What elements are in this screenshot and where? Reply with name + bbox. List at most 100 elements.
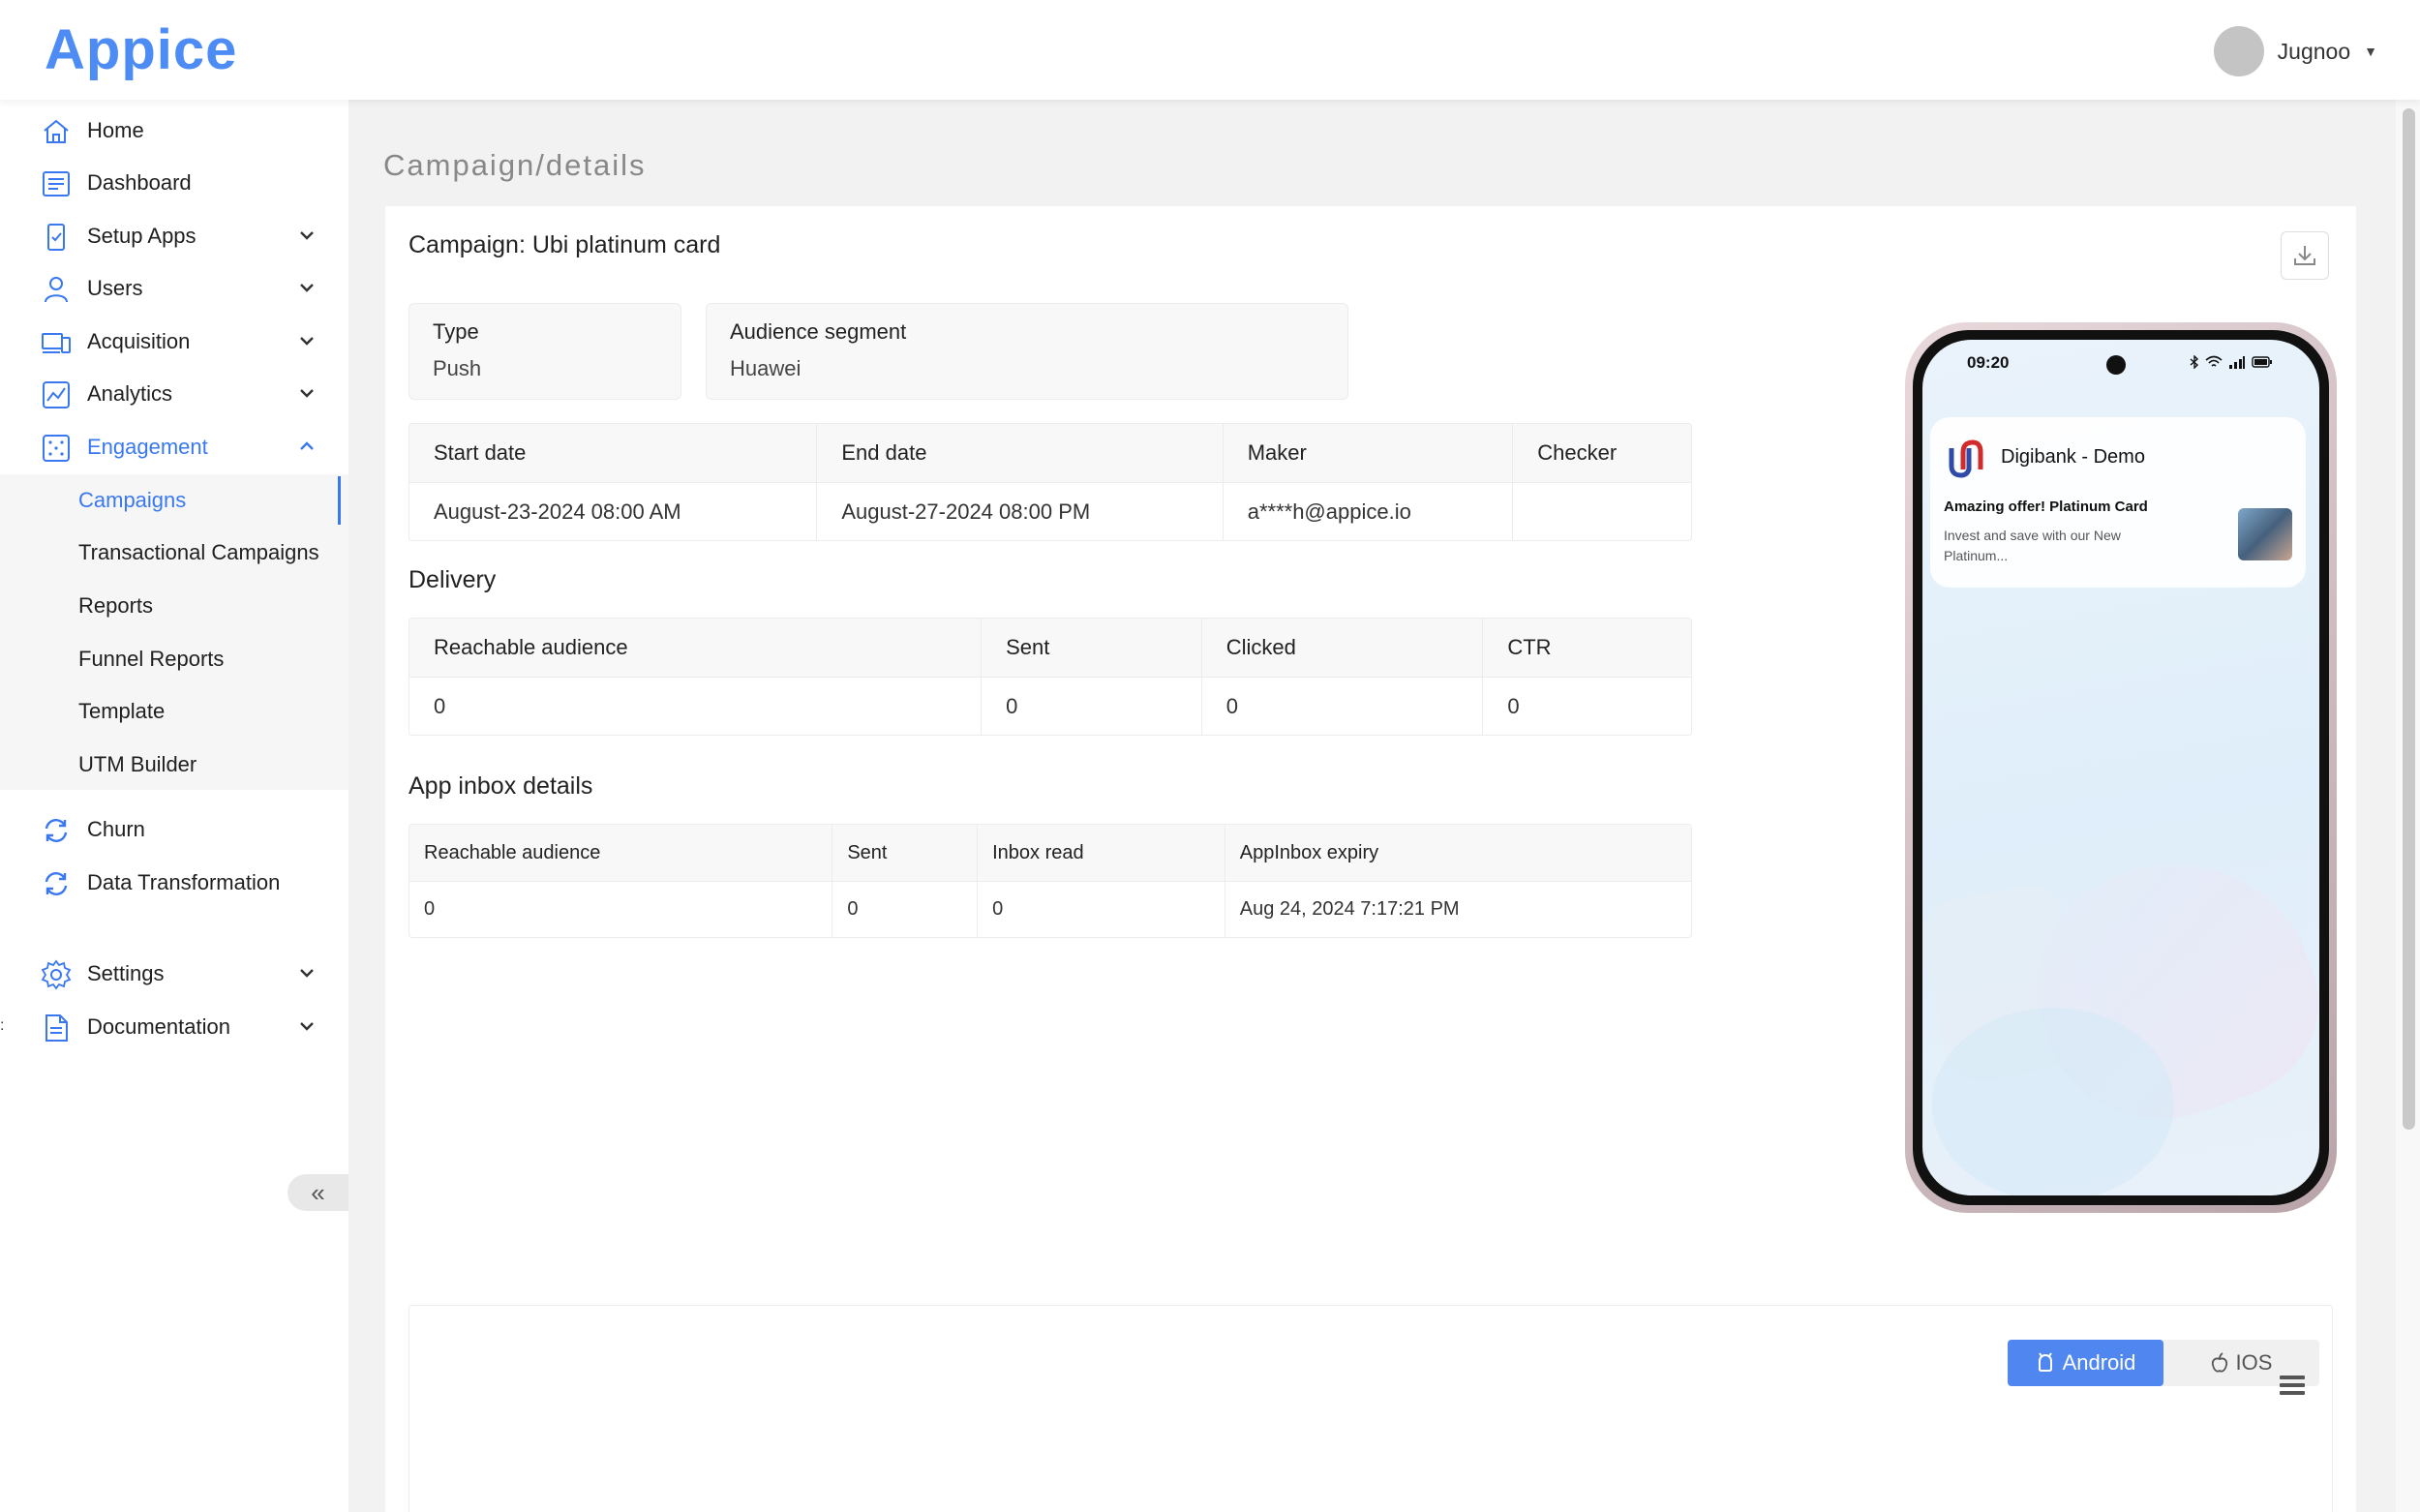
sidebar-item-analytics[interactable]: Analytics bbox=[0, 368, 348, 420]
table-cell: 0 bbox=[832, 882, 979, 937]
table-cell: 0 bbox=[978, 882, 1225, 937]
table-header: Maker bbox=[1224, 424, 1514, 482]
sidebar-subitem-funnel-reports[interactable]: Funnel Reports bbox=[0, 633, 348, 685]
documentation-icon bbox=[45, 1014, 68, 1042]
table-cell: 0 bbox=[982, 678, 1202, 735]
table-row: 0 0 0 Aug 24, 2024 7:17:21 PM bbox=[409, 881, 1691, 937]
table-cell: 0 bbox=[1202, 678, 1484, 735]
sidebar-subitem-utm-builder[interactable]: UTM Builder bbox=[0, 739, 348, 791]
sidebar-subitem-label: Campaigns bbox=[78, 488, 187, 512]
sidebar-subitem-label: Funnel Reports bbox=[78, 647, 225, 671]
status-time: 09:20 bbox=[1967, 353, 2010, 372]
sidebar-subitem-reports[interactable]: Reports bbox=[0, 580, 348, 632]
download-button[interactable] bbox=[2281, 231, 2329, 280]
users-icon bbox=[45, 277, 68, 303]
sidebar-item-acquisition[interactable]: Acquisition bbox=[0, 316, 348, 368]
audience-segment-box: Audience segment Huawei bbox=[706, 303, 1348, 400]
sidebar-item-home[interactable]: Home bbox=[0, 105, 348, 157]
table-header: AppInbox expiry bbox=[1239, 841, 1379, 863]
top-bar: Appice Jugnoo ▼ bbox=[0, 0, 2420, 100]
table-header-row: Reachable audience Sent Inbox read AppIn… bbox=[409, 825, 1691, 881]
download-icon bbox=[2294, 246, 2315, 265]
chart-container bbox=[408, 1305, 2333, 1512]
sidebar-item-label: Home bbox=[87, 118, 144, 142]
dashboard-icon bbox=[43, 171, 70, 197]
table-header: Checker bbox=[1537, 440, 1618, 465]
chevron-down-icon[interactable] bbox=[296, 1015, 318, 1037]
sidebar-item-label: Analytics bbox=[87, 381, 173, 406]
phone-screen: 09:20 Digibank - Demo Amazing offer! Pla… bbox=[1922, 340, 2319, 1195]
settings-icon bbox=[41, 959, 72, 990]
engagement-icon bbox=[43, 435, 70, 462]
sidebar-item-label: Churn bbox=[87, 817, 145, 841]
engagement-submenu: Campaigns Transactional Campaigns Report… bbox=[0, 474, 348, 790]
sidebar-item-users[interactable]: Users bbox=[0, 262, 348, 315]
wallpaper-shape bbox=[1932, 1008, 2174, 1195]
table-header: Reachable audience bbox=[409, 825, 833, 881]
table-header: Reachable audience bbox=[409, 619, 983, 677]
table-header: End date bbox=[817, 424, 1224, 482]
table-cell: August-23-2024 08:00 AM bbox=[409, 483, 818, 540]
collapse-sidebar-button[interactable]: « bbox=[287, 1174, 348, 1211]
sidebar-item-dashboard[interactable]: Dashboard bbox=[0, 157, 348, 209]
sidebar-item-label: Data Transformation bbox=[87, 870, 281, 894]
battery-icon bbox=[2252, 356, 2272, 368]
table-header-row: Start date End date Maker Checker bbox=[409, 424, 1691, 482]
app-inbox-heading: App inbox details bbox=[408, 772, 593, 800]
sidebar-subitem-transactional-campaigns[interactable]: Transactional Campaigns bbox=[0, 527, 348, 579]
data-transformation-icon bbox=[45, 872, 68, 895]
table-cell: 0 bbox=[409, 882, 833, 937]
hamburger-menu-icon[interactable] bbox=[2280, 1376, 2305, 1395]
sidebar-item-engagement[interactable]: Engagement bbox=[0, 421, 348, 473]
chevron-down-icon[interactable] bbox=[296, 382, 318, 404]
type-label: Type bbox=[433, 319, 479, 344]
breadcrumb: Campaign/details bbox=[383, 148, 647, 182]
bluetooth-icon bbox=[2190, 355, 2199, 369]
chevron-down-icon[interactable] bbox=[296, 277, 318, 298]
chevron-down-icon[interactable] bbox=[296, 962, 318, 983]
caret-down-icon[interactable]: ▼ bbox=[2364, 44, 2377, 59]
sidebar-subitem-campaigns[interactable]: Campaigns bbox=[0, 474, 348, 527]
table-row: 0 0 0 0 bbox=[409, 677, 1691, 735]
notification-app-name: Digibank - Demo bbox=[2001, 446, 2145, 468]
chevron-up-icon[interactable] bbox=[296, 436, 318, 457]
notification-text: Invest and save with our New Platinum... bbox=[1944, 528, 2121, 563]
table-cell: Aug 24, 2024 7:17:21 PM bbox=[1239, 898, 1460, 920]
sidebar: Home Dashboard Setup Apps Users Acquisit… bbox=[0, 100, 348, 1512]
app-logo[interactable]: Appice bbox=[45, 17, 237, 82]
table-header: CTR bbox=[1507, 635, 1552, 659]
table-cell bbox=[1513, 483, 1691, 540]
sidebar-item-label: Setup Apps bbox=[87, 224, 197, 248]
sidebar-item-settings[interactable]: Settings bbox=[0, 948, 348, 1000]
chevron-down-icon[interactable] bbox=[296, 225, 318, 246]
app-logo-icon bbox=[1949, 439, 1983, 478]
sidebar-item-churn[interactable]: Churn bbox=[0, 803, 348, 856]
user-name[interactable]: Jugnoo bbox=[2278, 39, 2350, 65]
table-cell: 0 bbox=[1507, 693, 1520, 718]
sidebar-subitem-template[interactable]: Template bbox=[0, 685, 348, 738]
notification-image bbox=[2238, 508, 2292, 560]
sidebar-subitem-label: Template bbox=[78, 699, 166, 723]
sidebar-item-label: Documentation bbox=[87, 1014, 230, 1039]
chevron-down-icon[interactable] bbox=[296, 330, 318, 351]
table-cell: 0 bbox=[409, 678, 983, 735]
avatar[interactable] bbox=[2213, 26, 2264, 76]
sidebar-item-data-transformation[interactable]: Data Transformation bbox=[0, 857, 348, 909]
sidebar-item-label: Settings bbox=[87, 961, 165, 985]
delivery-heading: Delivery bbox=[408, 566, 497, 593]
table-cell: August-27-2024 08:00 PM bbox=[817, 483, 1224, 540]
phone-preview: 09:20 Digibank - Demo Amazing offer! Pla… bbox=[1905, 322, 2337, 1213]
sidebar-edge-mark: : bbox=[0, 1017, 5, 1034]
sidebar-item-documentation[interactable]: Documentation bbox=[0, 1001, 348, 1053]
churn-icon bbox=[45, 819, 68, 842]
wifi-icon bbox=[2205, 355, 2223, 367]
push-notification[interactable]: Digibank - Demo Amazing offer! Platinum … bbox=[1930, 417, 2306, 588]
phone-bezel: 09:20 Digibank - Demo Amazing offer! Pla… bbox=[1913, 330, 2329, 1205]
sidebar-subitem-label: Transactional Campaigns bbox=[78, 540, 319, 564]
sidebar-item-setup-apps[interactable]: Setup Apps bbox=[0, 210, 348, 262]
type-value: Push bbox=[433, 356, 482, 380]
home-icon bbox=[44, 119, 69, 143]
scrollbar-thumb[interactable] bbox=[2403, 108, 2415, 1130]
user-menu[interactable]: Jugnoo ▼ bbox=[2213, 26, 2377, 76]
analytics-icon bbox=[43, 381, 70, 408]
